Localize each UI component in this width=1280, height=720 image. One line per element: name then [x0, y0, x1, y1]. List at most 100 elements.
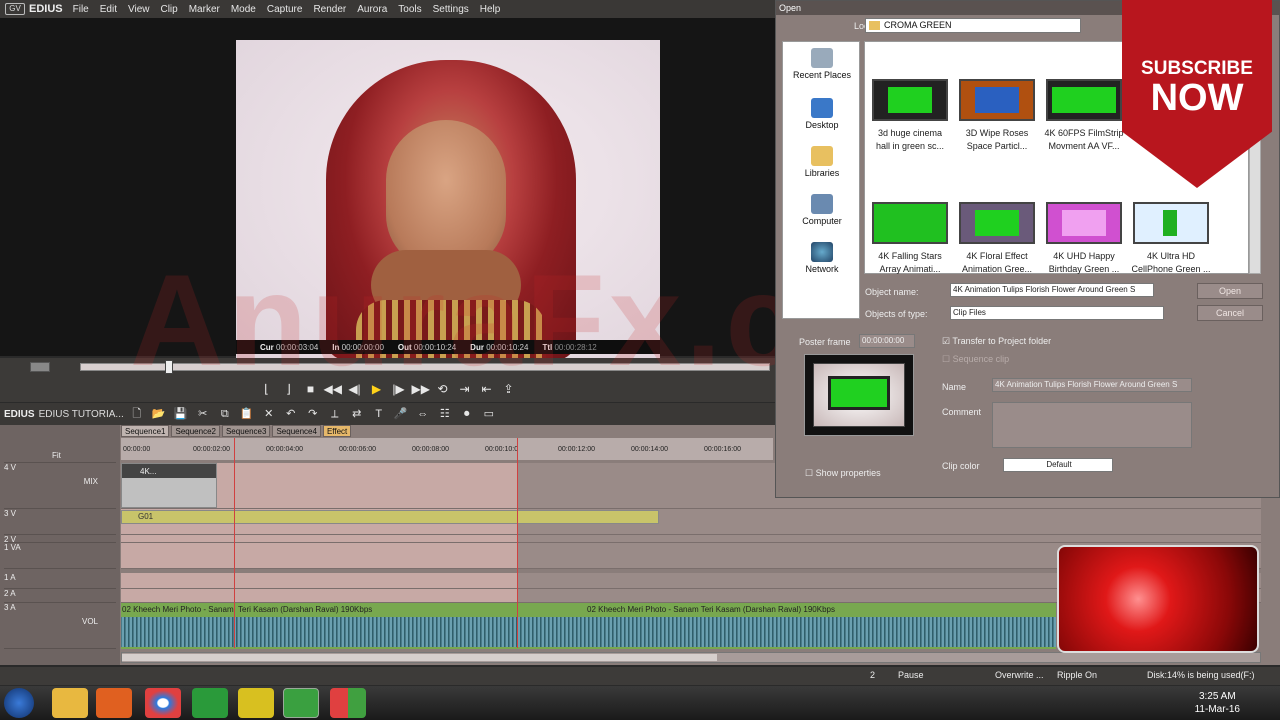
file-item[interactable]: 3d huge cinema hall in green sc... [869, 79, 951, 153]
menu-edit[interactable]: Edit [100, 4, 117, 15]
start-button-icon[interactable] [4, 688, 34, 718]
save-icon[interactable]: 💾 [172, 406, 190, 422]
menu-clip[interactable]: Clip [160, 4, 177, 15]
redo-icon[interactable]: ↷ [304, 406, 322, 422]
comment-input[interactable] [992, 402, 1192, 448]
lane-2v[interactable] [121, 535, 1261, 543]
tab-sequence1[interactable]: Sequence1 [121, 425, 170, 437]
file-name: Array Animati... [879, 264, 941, 274]
tab-sequence3[interactable]: Sequence3 [221, 425, 271, 437]
addon-icon[interactable] [238, 688, 274, 718]
shuttle-slider[interactable] [30, 362, 50, 372]
file-item[interactable]: 4K UHD Happy Birthday Green ... [1043, 202, 1125, 276]
menu-help[interactable]: Help [480, 4, 501, 15]
title-clip-3v[interactable]: G01 [121, 510, 659, 524]
menu-file[interactable]: File [73, 4, 89, 15]
track-2a[interactable]: 2 A [4, 589, 116, 603]
tab-sequence2[interactable]: Sequence2 [171, 425, 220, 437]
menu-settings[interactable]: Settings [433, 4, 469, 15]
place-libraries[interactable]: Libraries [783, 146, 861, 178]
app-grid-icon[interactable] [330, 688, 366, 718]
menu-capture[interactable]: Capture [267, 4, 303, 15]
title-icon[interactable]: T [370, 406, 388, 422]
menu-view[interactable]: View [128, 4, 150, 15]
menu-render[interactable]: Render [313, 4, 346, 15]
track-1va[interactable]: 1 VA [4, 543, 116, 569]
open-button[interactable]: Open [1197, 283, 1263, 299]
track-2v[interactable]: 2 V [4, 535, 116, 544]
menu-marker[interactable]: Marker [189, 4, 220, 15]
recent-places-icon [811, 48, 833, 68]
file-item[interactable]: 4K Ultra HD CellPhone Green ... [1130, 202, 1212, 276]
new-sequence-icon[interactable]: 🗋 [128, 406, 146, 422]
place-label: Libraries [804, 168, 840, 178]
object-name-input[interactable]: 4K Animation Tulips Florish Flower Aroun… [950, 283, 1154, 297]
time-ruler[interactable]: 00:00:00 00:00:02:00 00:00:04:00 00:00:0… [121, 438, 773, 460]
clip-color-select[interactable]: Default [1003, 458, 1113, 472]
libraries-icon [811, 146, 833, 166]
track-3a[interactable]: 3 A VOL [4, 603, 116, 649]
place-computer[interactable]: Computer [783, 194, 861, 226]
name-label: Name [942, 382, 967, 392]
audio-clip-3a[interactable]: 02 Kheech Meri Photo - Sanam Teri Kasam … [121, 603, 1056, 649]
sequence-clip-checkbox[interactable]: ☐ Sequence clip [942, 354, 1009, 365]
timeline-scrollbar[interactable] [121, 652, 1261, 663]
cancel-button[interactable]: Cancel [1197, 305, 1263, 321]
record-icon[interactable]: ⏺ [458, 406, 476, 422]
mix-label: MIX [83, 477, 98, 486]
menu-tools[interactable]: Tools [398, 4, 421, 15]
file-item[interactable]: 4K Falling Stars Array Animati... [869, 202, 951, 276]
file-name: 4K 60FPS FilmStrip [1044, 128, 1124, 138]
track-3v[interactable]: 3 V [4, 509, 116, 535]
undo-icon[interactable]: ↶ [282, 406, 300, 422]
status-ripple[interactable]: Ripple On [1057, 670, 1097, 680]
file-item[interactable]: 3D Wipe Roses Space Particl... [956, 79, 1038, 153]
file-thumbnail [1046, 202, 1122, 244]
tab-effect[interactable]: Effect [322, 425, 352, 437]
place-recent[interactable]: Recent Places [783, 48, 861, 80]
media-player-icon[interactable] [96, 688, 132, 718]
video-clip-4v[interactable]: 4K... [121, 463, 217, 508]
system-clock[interactable]: 3:25 AM 11-Mar-16 [1195, 690, 1240, 716]
tab-sequence4[interactable]: Sequence4 [272, 425, 321, 437]
show-properties-checkbox[interactable]: ☐ Show properties [805, 468, 881, 479]
timeline-cursor[interactable] [234, 438, 235, 648]
poster-frame-timecode[interactable]: 00:00:00:00 [859, 334, 915, 348]
track-4v[interactable]: 4 V MIX [4, 463, 116, 509]
layout-icon[interactable]: ▭ [480, 406, 498, 422]
object-type-select[interactable]: Clip Files [950, 306, 1164, 320]
snap-icon[interactable]: ⇔ [414, 406, 432, 422]
chrome-icon[interactable] [145, 688, 181, 718]
file-item[interactable]: 4K 60FPS FilmStrip Movment AA VF... [1043, 79, 1125, 153]
ripple-icon[interactable]: ⇄ [348, 406, 366, 422]
clip-label: 4K... [140, 466, 157, 476]
status-overwrite[interactable]: Overwrite ... [995, 670, 1044, 680]
show-properties-label: Show properties [815, 468, 881, 478]
track-label-3a: 3 A [4, 603, 16, 612]
menu-mode[interactable]: Mode [231, 4, 256, 15]
edius-taskbar-icon[interactable] [283, 688, 319, 718]
mic-icon[interactable]: 🎤 [392, 406, 410, 422]
fit-selector[interactable]: Fit [4, 451, 116, 463]
mixer-icon[interactable]: ☷ [436, 406, 454, 422]
name-input[interactable]: 4K Animation Tulips Florish Flower Aroun… [992, 378, 1192, 392]
split-icon[interactable]: ⟂ [326, 406, 344, 422]
explorer-icon[interactable] [52, 688, 88, 718]
look-in-select[interactable]: CROMA GREEN [865, 18, 1081, 33]
file-item[interactable]: 4K Floral Effect Animation Gree... [956, 202, 1038, 276]
place-desktop[interactable]: Desktop [783, 98, 861, 130]
transfer-checkbox[interactable]: ☑ Transfer to Project folder [942, 336, 1051, 347]
track-1a[interactable]: 1 A [4, 573, 116, 589]
menu-aurora[interactable]: Aurora [357, 4, 387, 15]
paste-icon[interactable]: 📋 [238, 406, 256, 422]
copy-icon[interactable]: ⧉ [216, 406, 234, 422]
utorrent-icon[interactable] [192, 688, 228, 718]
places-bar: Recent Places Desktop Libraries Computer… [782, 41, 860, 319]
red-lights-thumbnail [1057, 545, 1259, 653]
sequence-clip-label: Sequence clip [952, 354, 1010, 364]
open-project-icon[interactable]: 📂 [150, 406, 168, 422]
scrollbar-thumb[interactable] [122, 654, 717, 661]
delete-icon[interactable]: ✕ [260, 406, 278, 422]
place-network[interactable]: Network [783, 242, 861, 274]
cut-icon[interactable]: ✂ [194, 406, 212, 422]
